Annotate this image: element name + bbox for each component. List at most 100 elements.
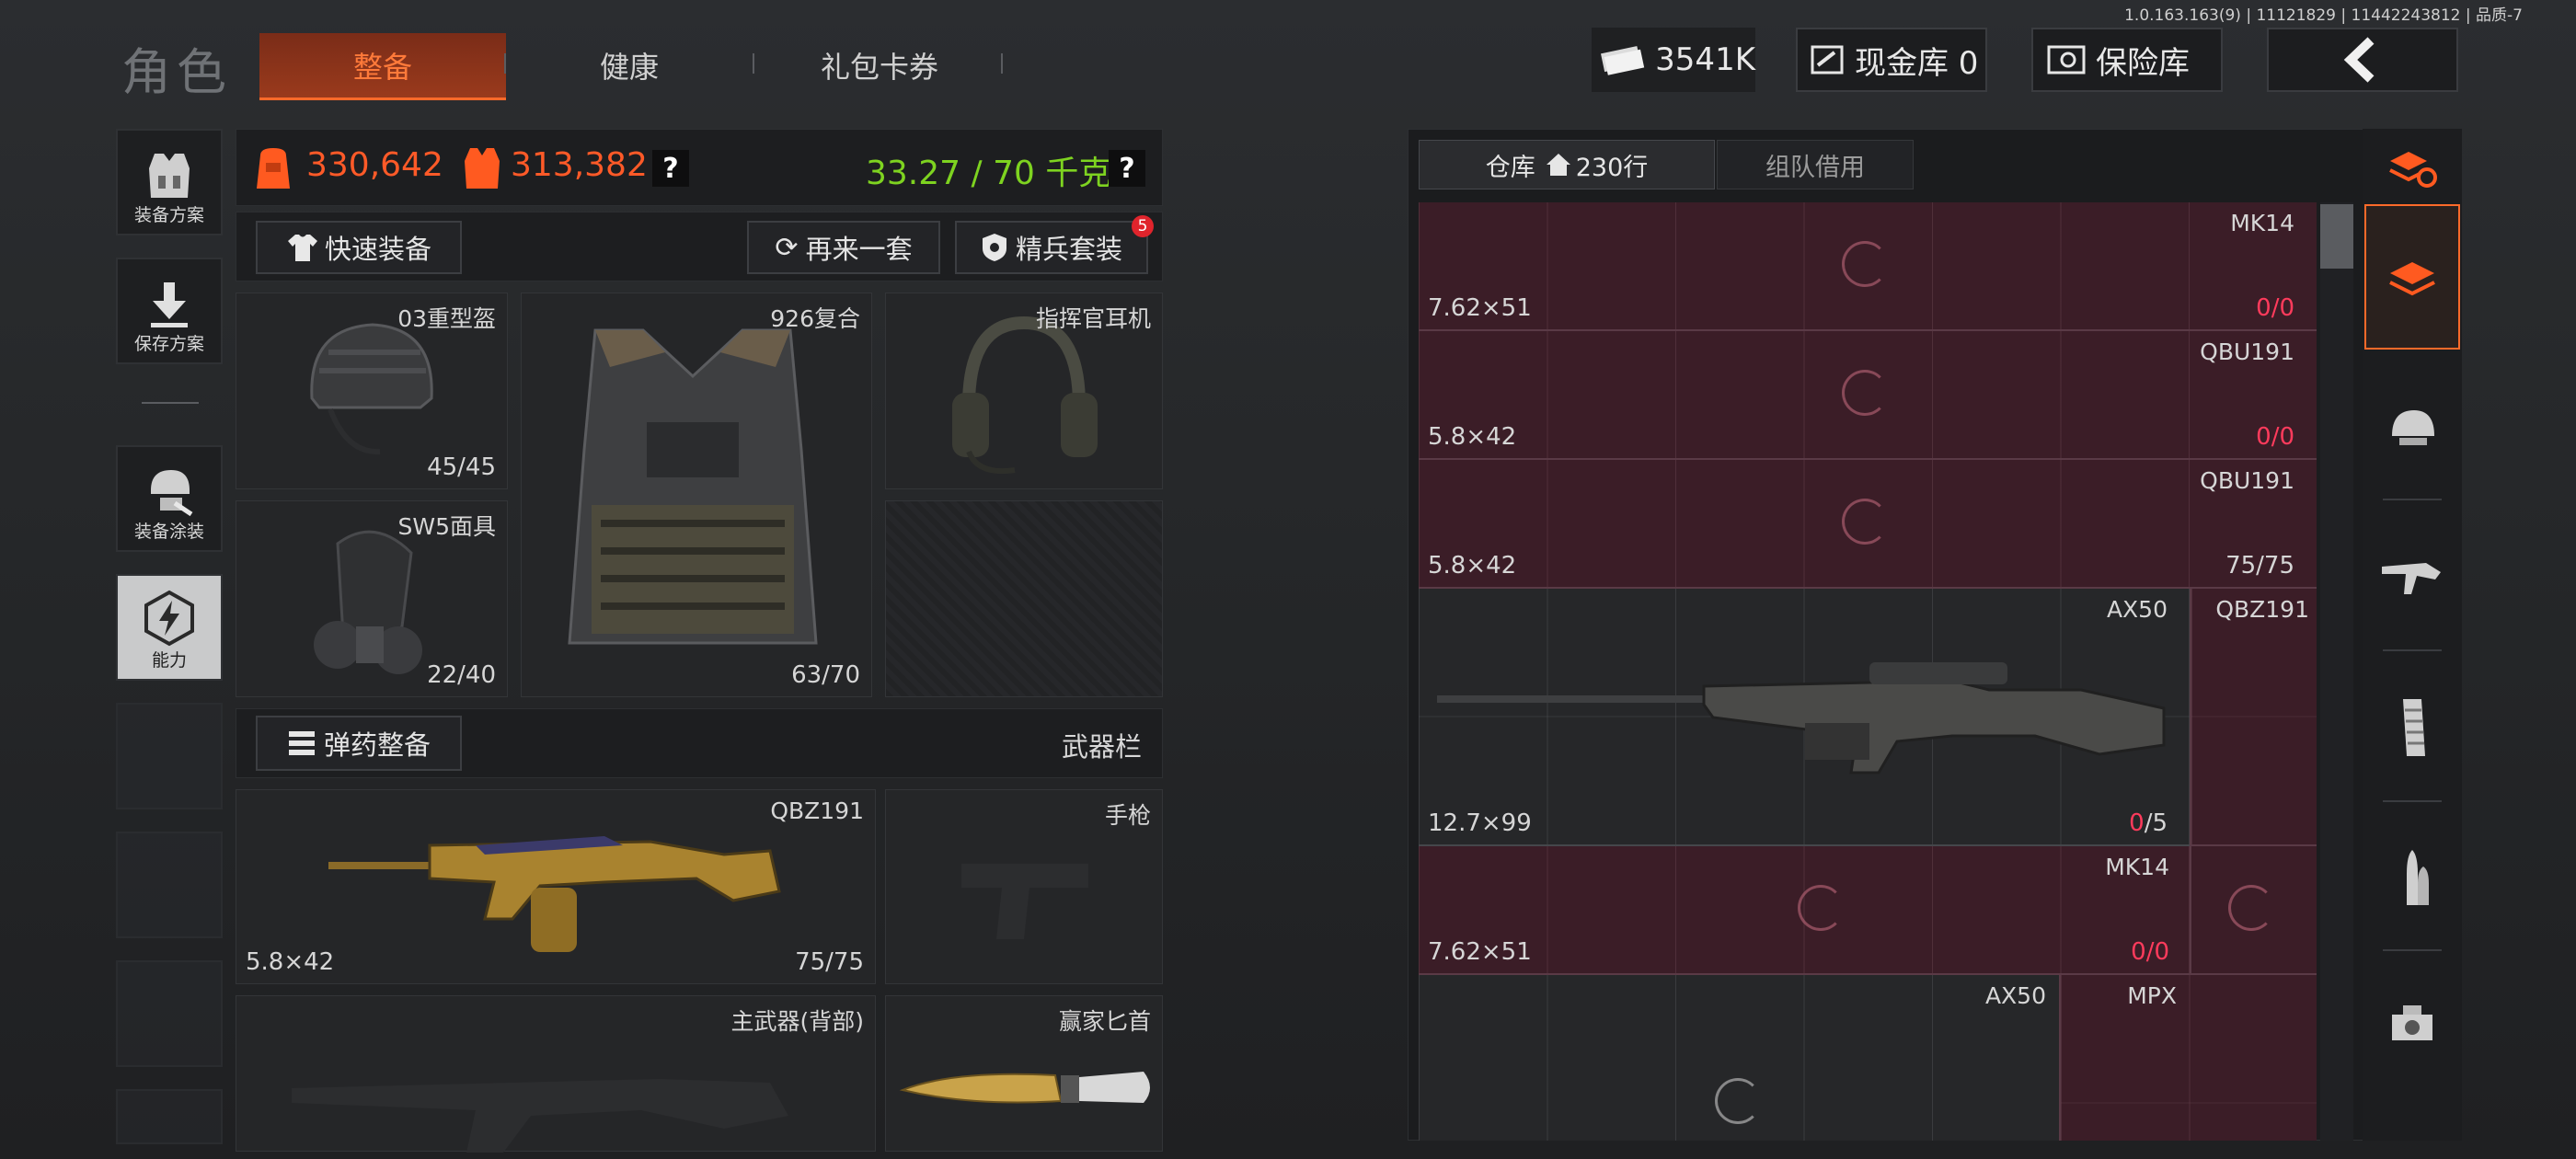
help-button[interactable]: ? bbox=[652, 150, 689, 187]
warehouse-item-row[interactable]: QBU191 5.8×42 75/75 bbox=[1419, 460, 2317, 589]
rifle-qbz191-image bbox=[328, 836, 781, 952]
safe-box-button[interactable]: 保险库 bbox=[2031, 28, 2223, 92]
notification-badge: 5 bbox=[1132, 215, 1154, 237]
category-rifle[interactable] bbox=[2364, 508, 2460, 646]
warehouse-item-row[interactable]: MK14 7.62×51 0/0 bbox=[1419, 202, 2317, 331]
category-divider bbox=[2383, 800, 2442, 802]
loadout-plans-label: 装备方案 bbox=[133, 205, 204, 225]
item-ammo: 0/0 bbox=[2131, 938, 2169, 966]
armor-slot[interactable]: 926复合 63/70 bbox=[521, 293, 872, 697]
sidebar-divider bbox=[142, 402, 199, 404]
armor-name: 926复合 bbox=[770, 305, 860, 332]
warehouse-item-row[interactable]: MK14 7.62×51 0/0 bbox=[1419, 846, 2317, 975]
storage-rows-count: 230行 bbox=[1575, 153, 1649, 182]
scope-icon bbox=[2392, 1005, 2432, 1040]
ability-button[interactable]: 能力 bbox=[116, 574, 223, 681]
equip-again-button[interactable]: ⟳ 再来一套 bbox=[747, 221, 940, 274]
scrollbar-thumb[interactable] bbox=[2320, 204, 2353, 269]
loadout-plans-button[interactable]: 装备方案 bbox=[116, 129, 223, 235]
stack-icon bbox=[2389, 262, 2435, 296]
warehouse-item-row[interactable]: MPX bbox=[2059, 975, 2317, 1141]
elite-suit-button[interactable]: 精兵套装 bbox=[955, 221, 1148, 274]
build-info: 1.0.163.163(9) | 11121829 | 11442243812 … bbox=[2124, 6, 2523, 25]
empty-slot bbox=[116, 960, 223, 1067]
download-icon bbox=[151, 282, 188, 327]
shield-icon bbox=[982, 234, 1006, 261]
item-caliber: 7.62×51 bbox=[1428, 294, 1532, 322]
empty-gear-slot[interactable] bbox=[885, 500, 1163, 697]
tab-storage[interactable]: 仓库 230行 bbox=[1419, 140, 1715, 189]
rifle-icon bbox=[2382, 563, 2441, 594]
armor-vest-icon bbox=[465, 148, 500, 189]
item-caliber: 5.8×42 bbox=[1428, 423, 1517, 451]
currency-display[interactable]: 3541K bbox=[1592, 28, 1755, 92]
ability-label: 能力 bbox=[151, 650, 187, 671]
item-name: MK14 bbox=[2105, 854, 2169, 880]
item-caliber: 7.62×51 bbox=[1428, 938, 1532, 966]
weight-capacity: 33.27 / 70 千克 bbox=[866, 155, 1112, 192]
category-divider bbox=[2383, 949, 2442, 951]
helmet-slot[interactable]: 03重型盔 45/45 bbox=[236, 293, 508, 489]
tab-gift-cards[interactable]: 礼包卡券 bbox=[760, 33, 999, 98]
item-ammo: 0/0 bbox=[2256, 294, 2294, 322]
loading-spinner-icon bbox=[1842, 370, 1888, 416]
category-helmet[interactable] bbox=[2364, 359, 2460, 497]
headset-name: 指挥官耳机 bbox=[1035, 305, 1151, 332]
category-divider bbox=[2383, 649, 2442, 651]
stats-bar: 330,642 313,382 ? 33.27 / 70 千克 ? bbox=[236, 129, 1163, 206]
pistol-slot[interactable]: 手枪 bbox=[885, 789, 1163, 984]
loading-spinner-icon bbox=[2228, 885, 2274, 931]
warehouse-scrollbar[interactable] bbox=[2320, 202, 2353, 1141]
headset-slot[interactable]: 指挥官耳机 bbox=[885, 293, 1163, 489]
helmet-name: 03重型盔 bbox=[397, 305, 496, 332]
storage-tab-label: 仓库 bbox=[1485, 153, 1535, 182]
home-icon bbox=[1546, 154, 1570, 176]
category-all[interactable] bbox=[2364, 204, 2460, 350]
back-button[interactable] bbox=[2267, 28, 2458, 92]
tab-divider bbox=[1001, 53, 1003, 74]
skin-button[interactable]: 装备涂装 bbox=[116, 445, 223, 552]
item-caliber: 12.7×99 bbox=[1428, 809, 1532, 837]
primary-weapon-slot[interactable]: QBZ191 5.8×42 75/75 bbox=[236, 789, 876, 984]
knife-image bbox=[899, 1072, 1150, 1104]
bullet-icon bbox=[2407, 850, 2429, 905]
tab-team-borrow[interactable]: 组队借用 bbox=[1717, 140, 1914, 189]
back-weapon-slot[interactable]: 主武器(背部) bbox=[236, 995, 876, 1153]
cash-vault-button[interactable]: 现金库 0 bbox=[1796, 28, 1987, 92]
mask-slot[interactable]: SW5面具 22/40 bbox=[236, 500, 508, 697]
stat-value-1: 330,642 bbox=[306, 146, 443, 184]
warehouse-item-row[interactable]: QBU191 5.8×42 0/0 bbox=[1419, 331, 2317, 460]
vest-icon bbox=[149, 154, 190, 198]
item-ammo: 0/5 bbox=[2129, 809, 2168, 837]
sniper-ax50-image bbox=[1437, 662, 2166, 775]
sort-button[interactable] bbox=[2364, 129, 2460, 206]
elite-suit-label: 精兵套装 bbox=[1015, 234, 1122, 265]
team-borrow-label: 组队借用 bbox=[1765, 153, 1865, 182]
back-arrow-icon bbox=[2343, 37, 2375, 83]
pistol-label: 手枪 bbox=[1104, 802, 1151, 829]
weapon-bar-label: 武器栏 bbox=[1061, 731, 1142, 763]
empty-slot bbox=[116, 703, 223, 809]
cell-divider bbox=[2190, 846, 2191, 975]
warehouse-item-ax50[interactable]: AX50 12.7×99 0/5 bbox=[1419, 589, 2190, 846]
shirt-icon bbox=[287, 235, 317, 261]
loading-spinner-icon bbox=[1798, 885, 1844, 931]
knife-slot[interactable]: 赢家匕首 bbox=[885, 995, 1163, 1152]
warehouse-item-side[interactable]: QBZ191 bbox=[2190, 589, 2317, 846]
quick-equip-button[interactable]: 快速装备 bbox=[256, 221, 462, 274]
category-attachment[interactable] bbox=[2364, 957, 2460, 1095]
category-ammo[interactable] bbox=[2364, 809, 2460, 947]
tab-divider bbox=[504, 53, 506, 74]
item-name: QBZ191 bbox=[2215, 596, 2309, 623]
category-magazine[interactable] bbox=[2364, 659, 2460, 797]
save-plan-button[interactable]: 保存方案 bbox=[116, 258, 223, 364]
tab-equip[interactable]: 整备 bbox=[259, 33, 506, 100]
warehouse-item-row[interactable]: AX50 bbox=[1419, 975, 2059, 1141]
knife-label: 赢家匕首 bbox=[1058, 1008, 1151, 1035]
tab-health[interactable]: 健康 bbox=[512, 33, 747, 98]
weight-help-button[interactable]: ? bbox=[1109, 150, 1145, 187]
pistol-silhouette-icon bbox=[961, 864, 1088, 939]
item-name: MPX bbox=[2127, 982, 2177, 1009]
category-divider bbox=[2383, 499, 2442, 500]
ammo-equip-button[interactable]: 弹药整备 bbox=[256, 716, 462, 771]
